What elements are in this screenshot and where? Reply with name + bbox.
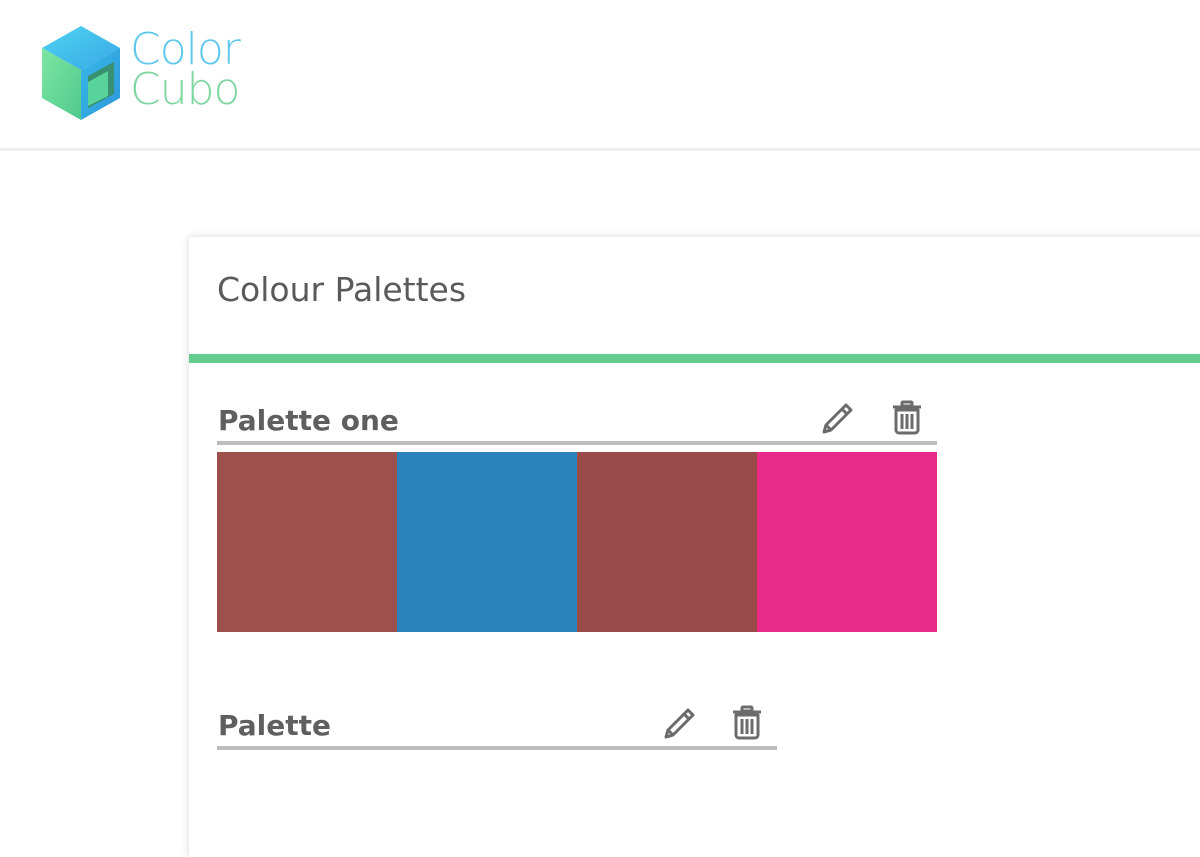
trash-icon — [733, 705, 761, 740]
palette-header: Palette — [217, 697, 777, 750]
color-swatch[interactable] — [757, 452, 937, 632]
color-swatch[interactable] — [397, 452, 577, 632]
pencil-icon — [822, 403, 853, 434]
pencil-icon — [664, 708, 695, 739]
trash-icon — [893, 400, 921, 435]
palette-item: Palette — [217, 697, 777, 750]
logo-wordmark: Color Cubo — [130, 28, 241, 115]
palettes-card: Colour Palettes Palette one Palette — [189, 237, 1200, 857]
color-swatches — [217, 452, 937, 632]
color-swatch[interactable] — [217, 452, 397, 632]
logo-text-cubo: Cubo — [130, 64, 240, 115]
palette-name: Palette — [218, 709, 332, 742]
top-bar: Color Cubo — [0, 0, 1200, 151]
edit-palette-button[interactable] — [817, 398, 857, 438]
palette-name: Palette one — [218, 404, 399, 437]
app-logo[interactable]: Color Cubo — [40, 24, 280, 124]
delete-palette-button[interactable] — [887, 398, 927, 438]
color-swatch[interactable] — [577, 452, 757, 632]
delete-palette-button[interactable] — [727, 703, 767, 743]
edit-palette-button[interactable] — [659, 703, 699, 743]
card-header: Colour Palettes — [189, 237, 1200, 363]
cube-logo-icon — [42, 26, 120, 120]
palette-header: Palette one — [217, 392, 937, 445]
page-title: Colour Palettes — [217, 270, 467, 309]
palette-item: Palette one — [217, 392, 937, 632]
